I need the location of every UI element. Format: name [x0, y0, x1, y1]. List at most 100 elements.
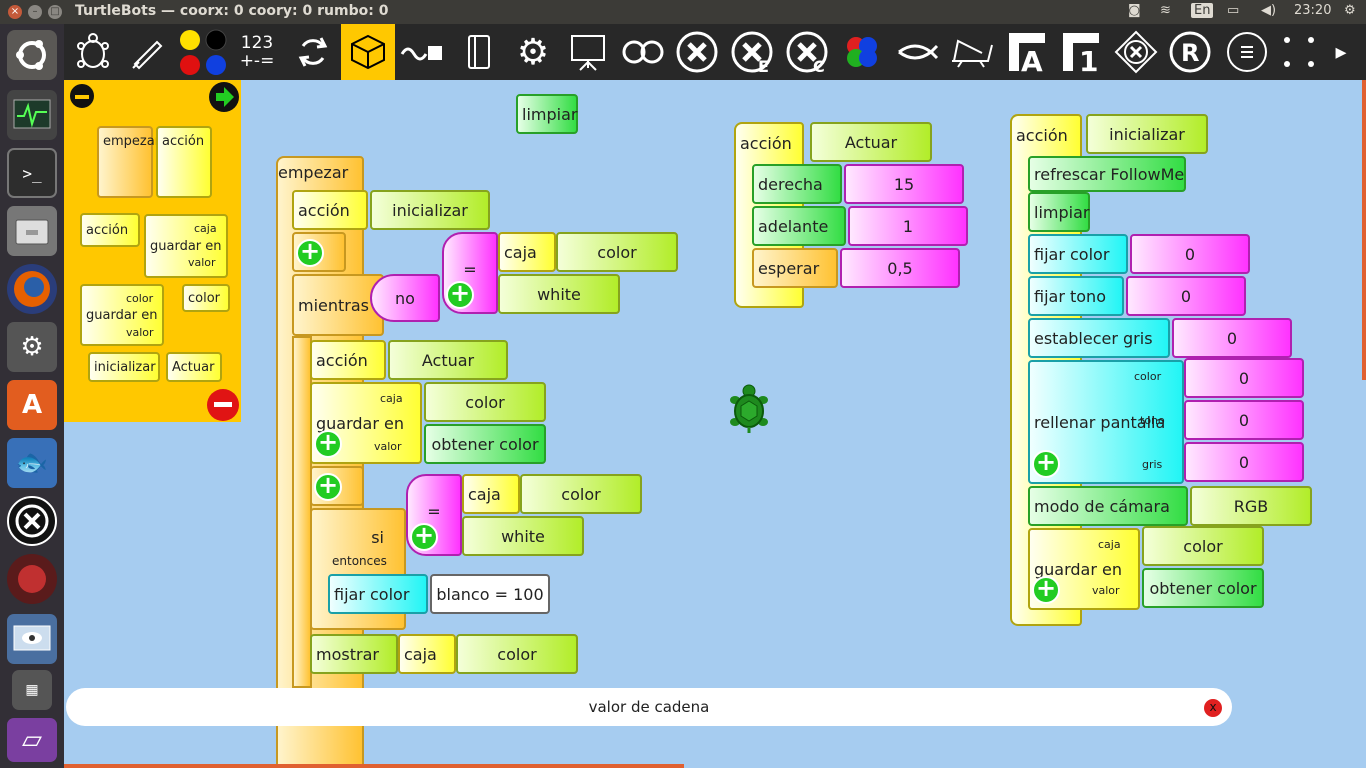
palette-collapse-button[interactable]	[68, 82, 96, 110]
volume-icon[interactable]: ◀)	[1261, 3, 1276, 18]
palette-accion-block[interactable]: acción	[80, 213, 140, 247]
accion-arg-block[interactable]: inicializar	[370, 190, 490, 230]
software-center-icon[interactable]: A	[7, 380, 57, 430]
pen-palette-icon[interactable]	[120, 24, 174, 80]
palette-orientation-button[interactable]	[209, 82, 239, 112]
keyboard-layout-indicator[interactable]: En	[1191, 3, 1214, 18]
caja2-block[interactable]: caja	[462, 474, 520, 514]
fijar-color-arg-block[interactable]: blanco = 100	[430, 574, 550, 614]
accion-block[interactable]: acción	[292, 190, 368, 230]
mostrar-caja-arg-block[interactable]: color	[456, 634, 578, 674]
refrescar-block[interactable]: refrescar FollowMe	[1028, 156, 1186, 192]
settings-tool-icon[interactable]: ⚙	[7, 322, 57, 372]
actuar-arg-block[interactable]: Actuar	[810, 122, 932, 162]
equals2-plus-button[interactable]: +	[410, 523, 438, 551]
palette-color-box-block[interactable]: color	[182, 284, 230, 312]
ubuntu-icon[interactable]	[7, 30, 57, 80]
adelante-value[interactable]: 1	[848, 206, 968, 246]
palette-remove-button[interactable]	[207, 389, 239, 421]
arduino-d-palette-icon[interactable]: 1	[1054, 24, 1108, 80]
establecer-gris-block[interactable]: establecer gris	[1028, 318, 1170, 358]
block-canvas[interactable]: empezar acción acción guardar en caja valo…	[64, 80, 1366, 768]
colors-palette-icon[interactable]	[176, 24, 230, 80]
sensors-palette-icon[interactable]	[396, 24, 450, 80]
rellenar-gris-value[interactable]: 0	[1184, 442, 1304, 482]
butia-extra-palette-icon[interactable]: E	[725, 24, 779, 80]
palette-guardar-block[interactable]: guardar en caja valor	[144, 214, 228, 278]
rellenar-color-value[interactable]: 0	[1184, 358, 1304, 398]
init-arg-block[interactable]: inicializar	[1086, 114, 1208, 154]
guardar2-plus-button[interactable]: +	[1032, 576, 1060, 604]
esperar-block[interactable]: esperar	[752, 248, 838, 288]
accessibility-icon[interactable]: ◙	[1128, 3, 1141, 18]
fish-palette-icon[interactable]	[890, 24, 944, 80]
fijar-color-block[interactable]: fijar color	[328, 574, 428, 614]
fijar-tono-value[interactable]: 0	[1126, 276, 1246, 316]
equals-plus-button[interactable]: +	[446, 281, 474, 309]
file-manager-icon[interactable]	[7, 206, 57, 256]
more-options-icon[interactable]	[1272, 24, 1326, 80]
wifi-icon[interactable]: ≋	[1160, 3, 1171, 18]
maximize-window-button[interactable]: □	[48, 5, 62, 19]
palette-inicializar-block[interactable]: inicializar	[88, 352, 160, 382]
workspace-switcher-icon[interactable]: ▦	[12, 670, 52, 710]
system-monitor-icon[interactable]	[7, 90, 57, 140]
butia-const-palette-icon[interactable]: C	[780, 24, 834, 80]
gear-icon[interactable]: ⚙	[1344, 3, 1356, 18]
followme-palette-icon[interactable]	[835, 24, 889, 80]
rodi-palette-icon[interactable]	[1109, 24, 1163, 80]
caja2-arg-block[interactable]: color	[520, 474, 642, 514]
vertical-scrollbar[interactable]	[1362, 80, 1366, 380]
butia-palette-icon[interactable]	[670, 24, 724, 80]
white-block[interactable]: white	[498, 274, 620, 314]
rellenar-tono-value[interactable]: 0	[1184, 400, 1304, 440]
flow-palette-icon[interactable]	[286, 24, 340, 80]
record-icon[interactable]	[7, 554, 57, 604]
palette-actuar-block[interactable]: Actuar	[166, 352, 222, 382]
horizontal-scrollbar[interactable]	[64, 764, 684, 768]
accion2-block[interactable]: acción	[310, 340, 386, 380]
status-close-button[interactable]: x	[1204, 699, 1222, 717]
derecha-value[interactable]: 15	[844, 164, 964, 204]
arduino-a-palette-icon[interactable]: A	[1000, 24, 1054, 80]
derecha-block[interactable]: derecha	[752, 164, 842, 204]
extras-palette-icon[interactable]	[616, 24, 670, 80]
modo-camara-value[interactable]: RGB	[1190, 486, 1312, 526]
mostrar-block[interactable]: mostrar	[310, 634, 398, 674]
r-palette-icon[interactable]: R	[1163, 24, 1217, 80]
white2-block[interactable]: white	[462, 516, 584, 556]
gear-icon[interactable]: ⚙	[506, 24, 560, 80]
accion2-arg-block[interactable]: Actuar	[388, 340, 508, 380]
obtener-color-block[interactable]: obtener color	[424, 424, 546, 464]
fijar-tono-block[interactable]: fijar tono	[1028, 276, 1124, 316]
trash-icon[interactable]: ▱	[7, 718, 57, 762]
close-window-button[interactable]: ×	[8, 5, 22, 19]
media-palette-icon[interactable]	[452, 24, 506, 80]
empezar-block[interactable]: empezar	[274, 156, 350, 188]
limpiar-block[interactable]: limpiar	[516, 94, 578, 134]
fijar-color2-block[interactable]: fijar color	[1028, 234, 1128, 274]
numbers-palette-icon[interactable]: 123 +-=	[230, 24, 284, 80]
caja-block[interactable]: caja	[498, 232, 556, 272]
establecer-gris-value[interactable]: 0	[1172, 318, 1292, 358]
battery-icon[interactable]: ▭	[1227, 3, 1239, 18]
blocks-palette-icon[interactable]	[341, 24, 395, 80]
esperar-value[interactable]: 0,5	[840, 248, 960, 288]
obtener-color2-block[interactable]: obtener color	[1142, 568, 1264, 608]
palette-accion-def-block[interactable]: acción	[156, 126, 212, 198]
palette-guardar-color-block[interactable]: guardar en color valor	[80, 284, 164, 346]
eye-viewer-icon[interactable]	[7, 614, 57, 664]
minimize-window-button[interactable]: –	[28, 5, 42, 19]
chair-palette-icon[interactable]	[944, 24, 998, 80]
mostrar-caja-block[interactable]: caja	[398, 634, 456, 674]
turtlebots-icon[interactable]	[7, 496, 57, 546]
guardar-caja-block[interactable]: color	[424, 382, 546, 422]
si-plus-button[interactable]: +	[314, 473, 342, 501]
guardar-plus-button[interactable]: +	[314, 430, 342, 458]
limpiar2-block[interactable]: limpiar	[1028, 192, 1090, 232]
terminal-icon[interactable]: >_	[7, 148, 57, 198]
rellenar-plus-button[interactable]: +	[1032, 450, 1060, 478]
turtle-sprite[interactable]	[728, 382, 770, 434]
overflow-icon[interactable]: ▸	[1326, 24, 1356, 80]
adelante-block[interactable]: adelante	[752, 206, 846, 246]
